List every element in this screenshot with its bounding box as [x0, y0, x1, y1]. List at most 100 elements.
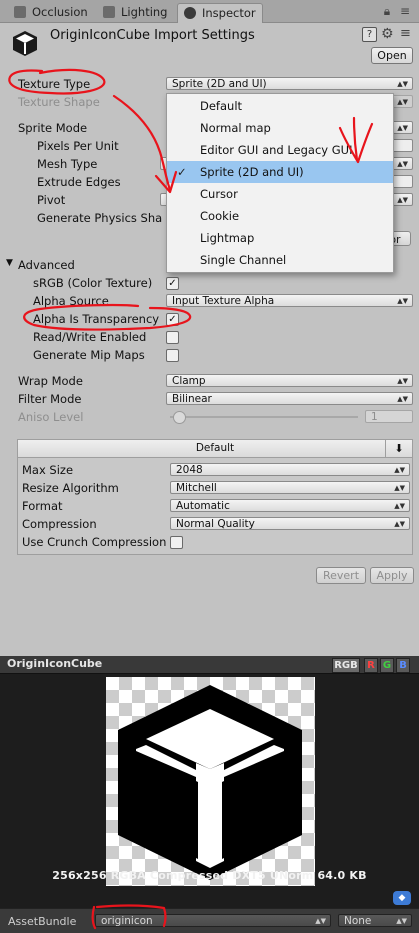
- filter-mode-value: Bilinear: [172, 393, 212, 405]
- menu-item-cursor[interactable]: Cursor: [167, 183, 393, 205]
- aniso-level-field[interactable]: 1: [365, 410, 413, 423]
- menu-item-normal-map[interactable]: Normal map: [167, 117, 393, 139]
- advanced-label[interactable]: Advanced: [18, 258, 75, 272]
- wrap-mode-dropdown[interactable]: Clamp ▲▼: [166, 374, 413, 387]
- resize-algorithm-value: Mitchell: [176, 482, 217, 494]
- dropdown-arrow-icon: ▲▼: [394, 484, 405, 492]
- help-icon[interactable]: ?: [362, 27, 377, 42]
- srgb-label: sRGB (Color Texture): [33, 276, 153, 290]
- pixels-per-unit-label: Pixels Per Unit: [37, 139, 119, 153]
- tab-occlusion[interactable]: Occlusion: [8, 3, 94, 22]
- compression-dropdown[interactable]: Normal Quality ▲▼: [170, 517, 410, 530]
- aniso-slider-track[interactable]: [170, 416, 358, 418]
- format-dropdown[interactable]: Automatic ▲▼: [170, 499, 410, 512]
- aniso-level-label: Aniso Level: [18, 410, 84, 424]
- channel-rgb-button[interactable]: RGB: [332, 658, 360, 673]
- dropdown-arrow-icon: ▲▼: [394, 520, 405, 528]
- open-button[interactable]: Open: [371, 47, 413, 64]
- format-value: Automatic: [176, 500, 230, 512]
- dropdown-arrow-icon: ▲▼: [397, 124, 408, 132]
- use-crunch-label: Use Crunch Compression: [22, 535, 167, 549]
- max-size-label: Max Size: [22, 463, 74, 477]
- texture-shape-label: Texture Shape: [18, 95, 100, 109]
- menu-item-editor-gui[interactable]: Editor GUI and Legacy GUI: [167, 139, 393, 161]
- compression-label: Compression: [22, 517, 97, 531]
- menu-item-default[interactable]: Default: [167, 95, 393, 117]
- advanced-foldout-icon[interactable]: ▼: [6, 258, 13, 268]
- resize-algorithm-dropdown[interactable]: Mitchell ▲▼: [170, 481, 410, 494]
- texture-type-dropdown[interactable]: Sprite (2D and UI) ▲▼: [166, 77, 413, 90]
- asset-bundle-variant-dropdown[interactable]: None ▲▼: [338, 914, 412, 927]
- filter-mode-dropdown[interactable]: Bilinear ▲▼: [166, 392, 413, 405]
- texture-type-menu: Default Normal map Editor GUI and Legacy…: [166, 93, 394, 273]
- read-write-checkbox[interactable]: [166, 331, 179, 344]
- cube-asset-icon: [13, 31, 37, 56]
- menu-item-sprite-label: Sprite (2D and UI): [200, 165, 304, 179]
- apply-button[interactable]: Apply: [370, 567, 414, 584]
- platform-tab-default[interactable]: Default ⬇: [18, 440, 412, 458]
- menu-item-cookie-label: Cookie: [200, 209, 240, 223]
- texture-preview-image: [106, 677, 315, 886]
- aniso-level-value: 1: [371, 411, 378, 423]
- texture-shape-dropdown[interactable]: ▲▼: [392, 95, 413, 108]
- srgb-checkbox[interactable]: ✓: [166, 277, 179, 290]
- generate-mip-maps-label: Generate Mip Maps: [33, 348, 145, 362]
- download-icon[interactable]: ⬇: [385, 440, 412, 457]
- mesh-type-dropdown-right[interactable]: ▲▼: [392, 157, 413, 170]
- channel-g-button[interactable]: G: [380, 658, 394, 673]
- format-label: Format: [22, 499, 63, 513]
- max-size-value: 2048: [176, 464, 203, 476]
- menu-item-sprite[interactable]: ✓ Sprite (2D and UI): [167, 161, 393, 183]
- sprite-mode-dropdown[interactable]: ▲▼: [392, 121, 413, 134]
- dropdown-arrow-icon: ▲▼: [397, 297, 408, 305]
- preview-panel: OriginIconCube RGB R G B 256x256 RGBA Co…: [0, 656, 419, 933]
- alpha-is-transparency-checkbox[interactable]: ✓: [166, 313, 179, 326]
- channel-b-button[interactable]: B: [396, 658, 410, 673]
- tab-inspector-label: Inspector: [202, 6, 256, 20]
- menu-item-single-channel[interactable]: Single Channel: [167, 249, 393, 271]
- dropdown-arrow-icon: ▲▼: [315, 917, 326, 925]
- dropdown-arrow-icon: ▲▼: [397, 80, 408, 88]
- window-menu-icon[interactable]: ≡: [399, 4, 411, 18]
- resize-algorithm-label: Resize Algorithm: [22, 481, 119, 495]
- pixels-per-unit-field[interactable]: [392, 139, 413, 152]
- generate-physics-shape-label: Generate Physics Sha: [37, 211, 163, 225]
- revert-button[interactable]: Revert: [316, 567, 366, 584]
- menu-item-lightmap-label: Lightmap: [200, 231, 255, 245]
- pivot-dropdown-right[interactable]: ▲▼: [392, 193, 413, 206]
- inspector-icon: [184, 7, 196, 19]
- inspector-title: OriginIconCube Import Settings: [50, 28, 255, 43]
- tab-lighting[interactable]: Lighting: [97, 3, 173, 22]
- occlusion-icon: [14, 6, 26, 18]
- asset-bundle-label: AssetBundle: [8, 915, 77, 928]
- use-crunch-checkbox[interactable]: [170, 536, 183, 549]
- lock-icon[interactable]: 🔒︎: [381, 4, 393, 18]
- asset-label-icon[interactable]: ◆: [393, 891, 411, 905]
- preview-info: 256x256 RGBA Compressed DXT5 UNorm 64.0 …: [52, 869, 367, 882]
- channel-r-button[interactable]: R: [364, 658, 378, 673]
- dropdown-arrow-icon: ▲▼: [396, 917, 407, 925]
- pivot-label: Pivot: [37, 193, 66, 207]
- menu-item-cookie[interactable]: Cookie: [167, 205, 393, 227]
- menu-item-single-channel-label: Single Channel: [200, 253, 287, 267]
- aniso-slider-thumb[interactable]: [173, 411, 186, 424]
- extrude-edges-field[interactable]: [392, 175, 413, 188]
- max-size-dropdown[interactable]: 2048 ▲▼: [170, 463, 410, 476]
- tab-inspector[interactable]: Inspector: [177, 3, 263, 23]
- context-menu-icon[interactable]: ≡: [400, 26, 411, 41]
- filter-mode-label: Filter Mode: [18, 392, 82, 406]
- tab-bar: Occlusion Lighting Inspector 🔒︎ ≡: [0, 0, 419, 23]
- compression-value: Normal Quality: [176, 518, 255, 530]
- menu-item-lightmap[interactable]: Lightmap: [167, 227, 393, 249]
- settings-icon[interactable]: ⚙: [381, 26, 394, 42]
- wrap-mode-label: Wrap Mode: [18, 374, 83, 388]
- alpha-source-value: Input Texture Alpha: [172, 295, 275, 307]
- platform-settings-box: Default ⬇ Max Size 2048 ▲▼ Resize Algori…: [17, 439, 413, 555]
- alpha-source-label: Alpha Source: [33, 294, 109, 308]
- asset-bundle-name-dropdown[interactable]: originicon ▲▼: [95, 914, 331, 927]
- preview-title: OriginIconCube: [7, 657, 103, 670]
- dropdown-arrow-icon: ▲▼: [397, 98, 408, 106]
- alpha-source-dropdown[interactable]: Input Texture Alpha ▲▼: [166, 294, 413, 307]
- menu-item-cursor-label: Cursor: [200, 187, 238, 201]
- generate-mip-maps-checkbox[interactable]: [166, 349, 179, 362]
